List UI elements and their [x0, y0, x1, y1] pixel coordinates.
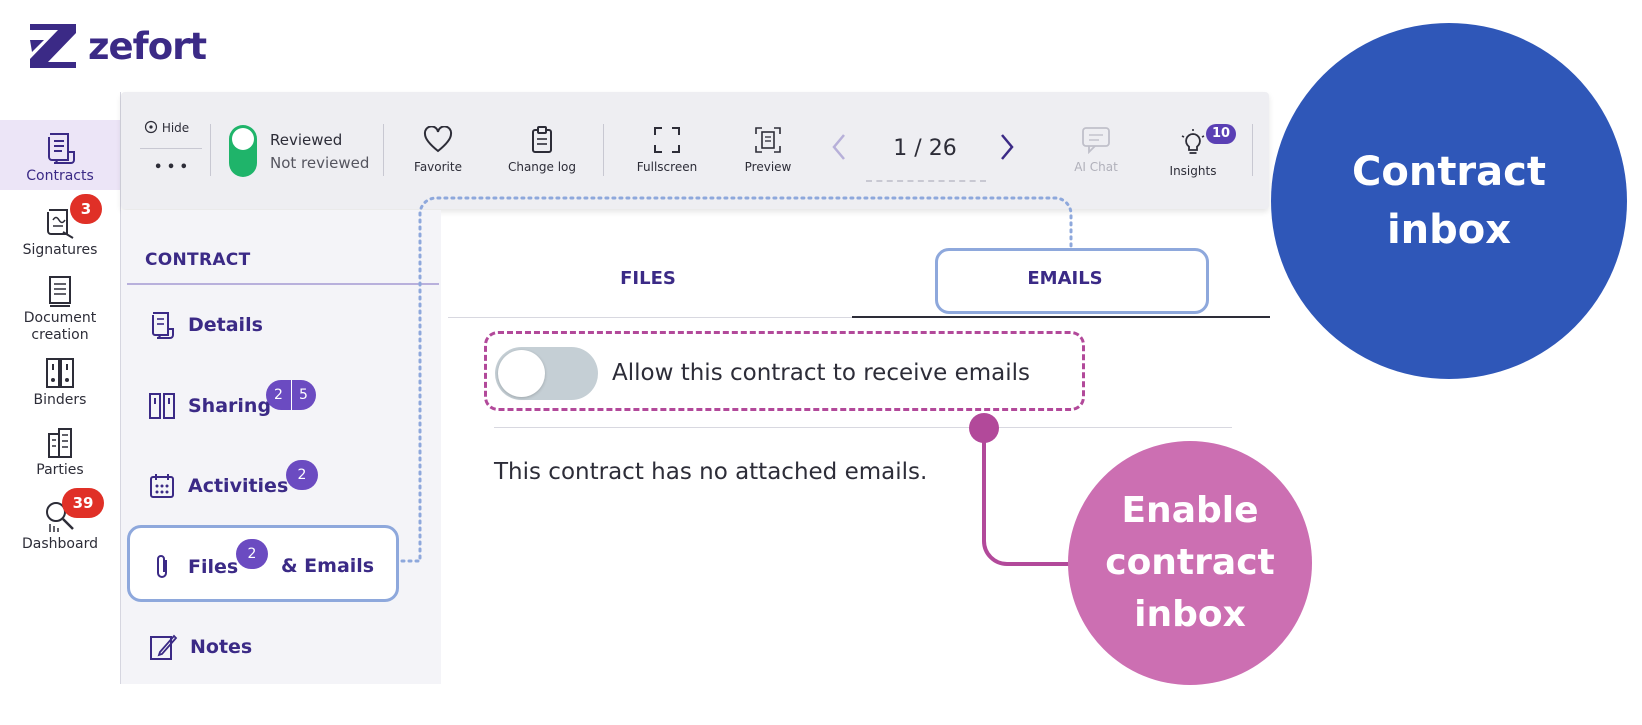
enable-callout-line2: contract	[1105, 542, 1275, 583]
contract-inbox-callout: Contract inbox	[1271, 23, 1627, 379]
blue-dotted-connector	[400, 196, 1073, 563]
enable-callout-line3: inbox	[1134, 594, 1246, 635]
contract-inbox-callout-line1: Contract	[1352, 149, 1546, 195]
enable-callout-line1: Enable	[1121, 490, 1259, 531]
enable-contract-inbox-callout: Enable contract inbox	[1068, 441, 1312, 685]
pink-connector	[982, 428, 1070, 566]
pink-connector-dot	[969, 413, 999, 443]
contract-inbox-callout-line2: inbox	[1386, 207, 1512, 253]
